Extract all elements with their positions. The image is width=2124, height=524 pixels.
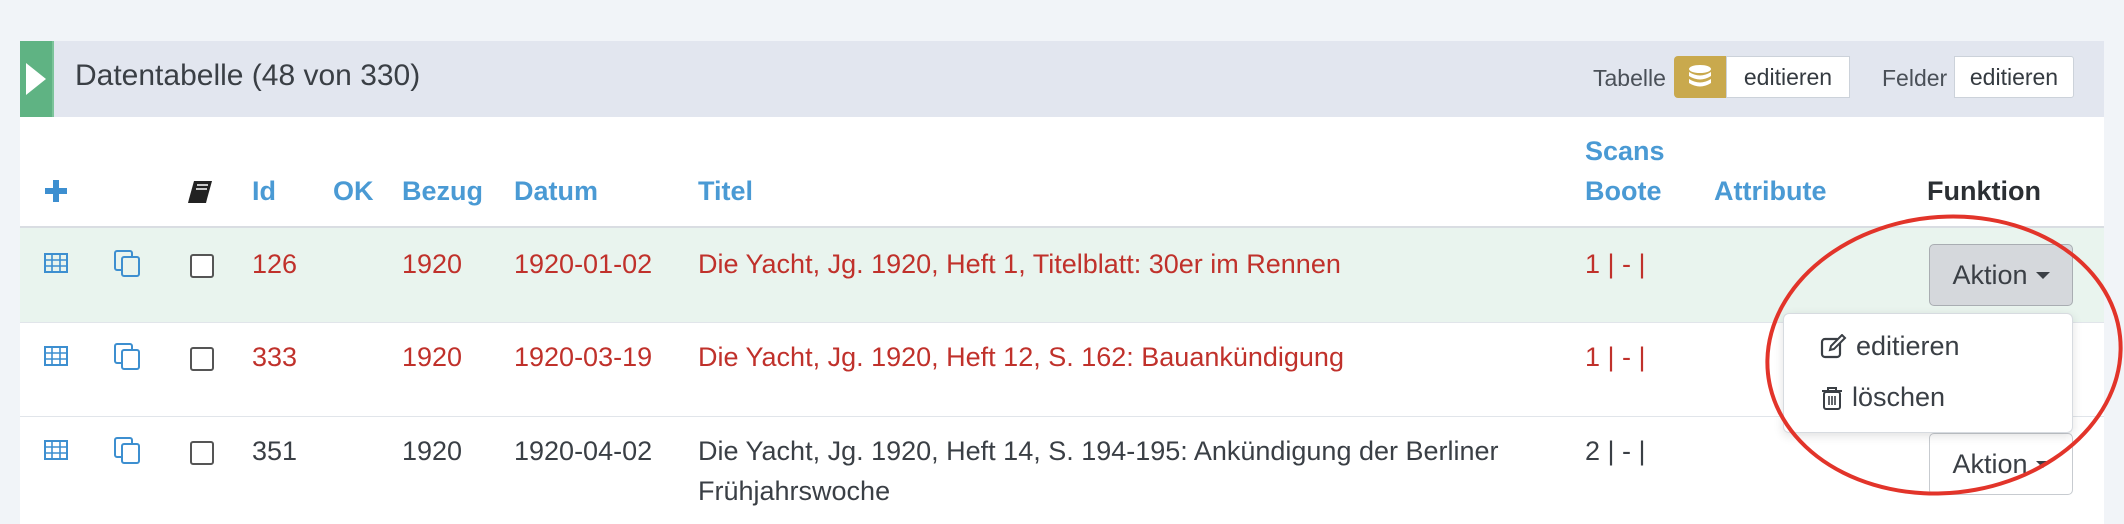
column-header-attribute[interactable]: Attribute (1714, 176, 1826, 207)
cell-titel-continued[interactable]: Frühjahrswoche (698, 476, 890, 507)
column-header-scans[interactable]: Scans (1585, 136, 1665, 167)
row-checkbox[interactable] (190, 441, 214, 465)
cell-titel[interactable]: Die Yacht, Jg. 1920, Heft 1, Titelblatt:… (698, 249, 1341, 280)
cell-titel[interactable]: Die Yacht, Jg. 1920, Heft 14, S. 194-195… (698, 436, 1499, 467)
cell-bezug: 1920 (402, 342, 463, 372)
felder-label: Felder (1882, 65, 1948, 91)
play-icon (26, 63, 46, 95)
database-icon (1689, 65, 1711, 87)
column-header-ok[interactable]: OK (333, 176, 374, 207)
panel-title: Datentabelle (48 von 330) (75, 59, 421, 92)
table-database-button[interactable] (1674, 56, 1726, 98)
table-icon[interactable] (44, 253, 68, 278)
column-header-datum[interactable]: Datum (514, 176, 598, 207)
cell-scans: 1 | - | (1585, 249, 1646, 279)
copy-icon[interactable] (114, 437, 142, 470)
cell-bezug: 1920 (402, 436, 463, 466)
column-header-id[interactable]: Id (252, 176, 276, 207)
copy-icon[interactable] (114, 250, 142, 283)
fields-edit-button[interactable]: editieren (1954, 56, 2074, 98)
cell-id[interactable]: 351 (252, 436, 297, 467)
table-edit-button[interactable]: editieren (1726, 56, 1850, 98)
cell-id[interactable]: 333 (252, 342, 297, 373)
row-checkbox[interactable] (190, 254, 214, 278)
copy-icon[interactable] (114, 343, 142, 376)
cell-scans: 2 | - | (1585, 436, 1646, 466)
cell-scans: 1 | - | (1585, 342, 1646, 372)
cell-titel[interactable]: Die Yacht, Jg. 1920, Heft 12, S. 162: Ba… (698, 342, 1344, 373)
cell-datum: 1920-03-19 (514, 342, 653, 372)
cell-datum: 1920-04-02 (514, 436, 653, 466)
table-icon[interactable] (44, 440, 68, 465)
column-header-boote[interactable]: Boote (1585, 176, 1662, 207)
column-header-titel[interactable]: Titel (698, 176, 753, 207)
row-checkbox[interactable] (190, 347, 214, 371)
book-icon (188, 180, 214, 209)
plus-icon (45, 180, 67, 202)
cell-id[interactable]: 126 (252, 249, 297, 280)
panel-header: Datentabelle (48 von 330) Tabelle editie… (20, 41, 2104, 117)
add-row-button[interactable] (45, 178, 67, 209)
table-icon[interactable] (44, 346, 68, 371)
tabelle-label: Tabelle (1593, 65, 1666, 91)
cell-bezug: 1920 (402, 249, 463, 279)
column-header-funktion: Funktion (1927, 176, 2041, 206)
column-header-bezug[interactable]: Bezug (402, 176, 483, 207)
collapse-toggle-button[interactable] (20, 41, 54, 117)
cell-datum: 1920-01-02 (514, 249, 653, 279)
